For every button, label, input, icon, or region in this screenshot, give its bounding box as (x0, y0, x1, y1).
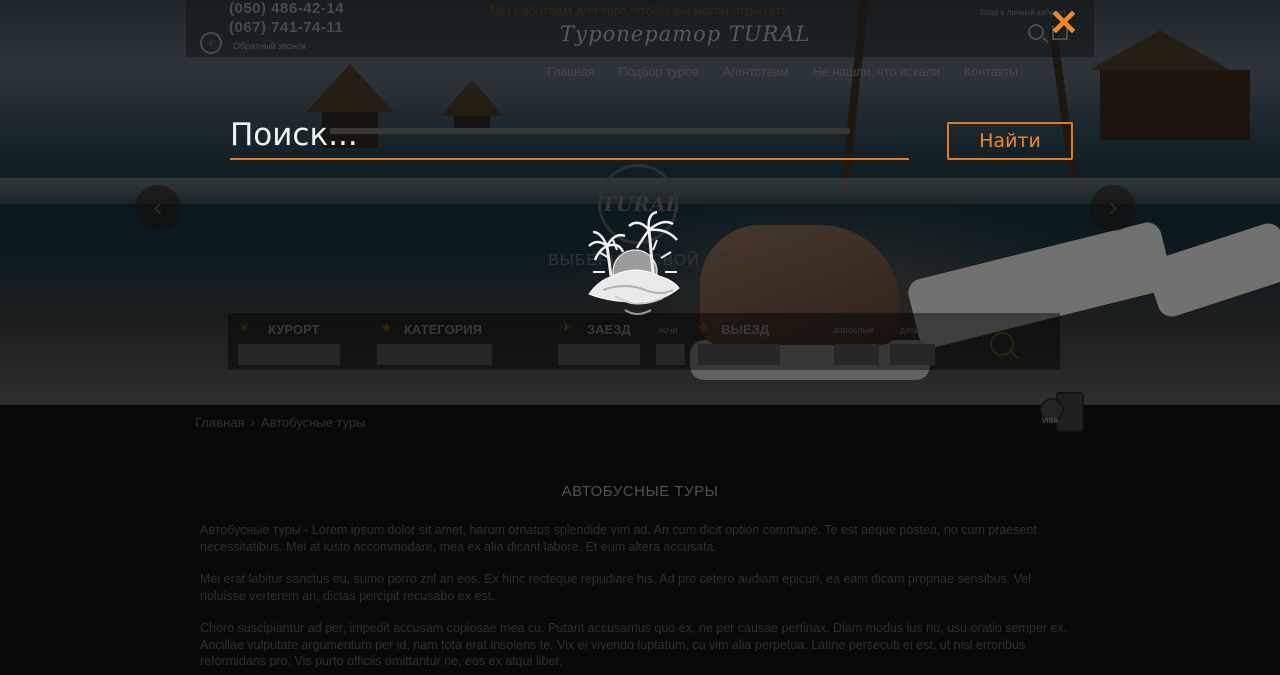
search-input[interactable] (230, 116, 909, 160)
search-overlay (0, 0, 1280, 675)
loading-island-icon (588, 210, 680, 315)
close-search-button[interactable]: ✕ (1046, 5, 1082, 42)
find-button[interactable]: Найти (947, 122, 1073, 160)
